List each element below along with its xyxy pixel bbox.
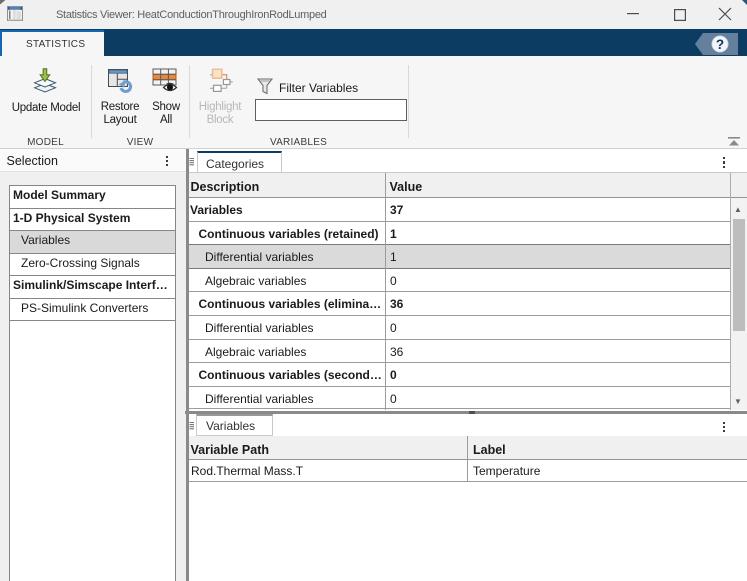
svg-text:?: ? <box>716 37 724 52</box>
